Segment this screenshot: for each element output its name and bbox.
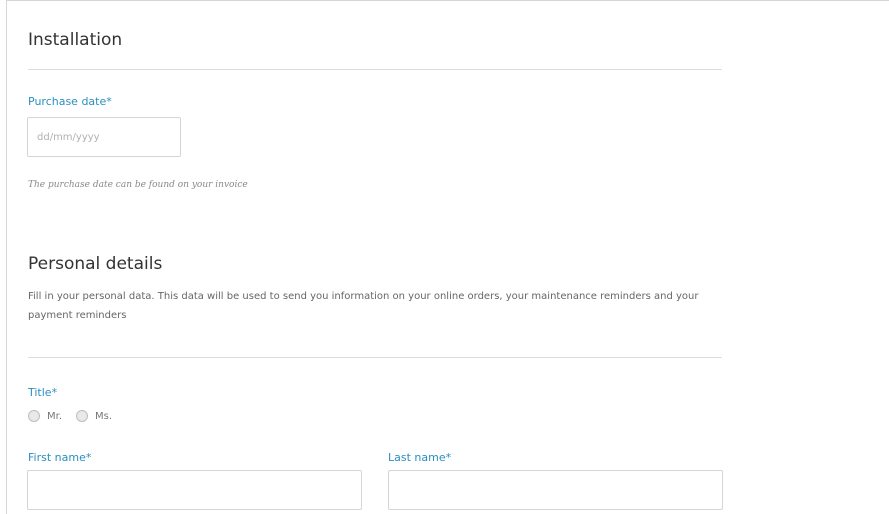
- last-name-input[interactable]: [388, 470, 723, 510]
- first-name-label: First name*: [28, 451, 92, 464]
- title-label: Title*: [28, 386, 58, 399]
- personal-details-divider: [28, 357, 722, 358]
- installation-heading: Installation: [28, 30, 123, 50]
- title-radio-group: Mr. Ms.: [28, 408, 126, 424]
- title-option-mr[interactable]: Mr.: [28, 410, 62, 422]
- radio-button-ms[interactable]: [76, 410, 88, 422]
- radio-label-ms: Ms.: [95, 410, 113, 422]
- radio-label-mr: Mr.: [47, 410, 62, 422]
- purchase-date-label: Purchase date*: [28, 95, 112, 108]
- personal-details-heading: Personal details: [28, 254, 163, 274]
- last-name-label: Last name*: [388, 451, 452, 464]
- installation-divider: [28, 69, 722, 70]
- first-name-input[interactable]: [27, 470, 362, 510]
- purchase-date-input[interactable]: [27, 117, 181, 157]
- purchase-date-hint: The purchase date can be found on your i…: [28, 180, 248, 190]
- radio-button-mr[interactable]: [28, 410, 40, 422]
- title-option-ms[interactable]: Ms.: [76, 410, 112, 422]
- personal-details-description: Fill in your personal data. This data wi…: [28, 291, 699, 321]
